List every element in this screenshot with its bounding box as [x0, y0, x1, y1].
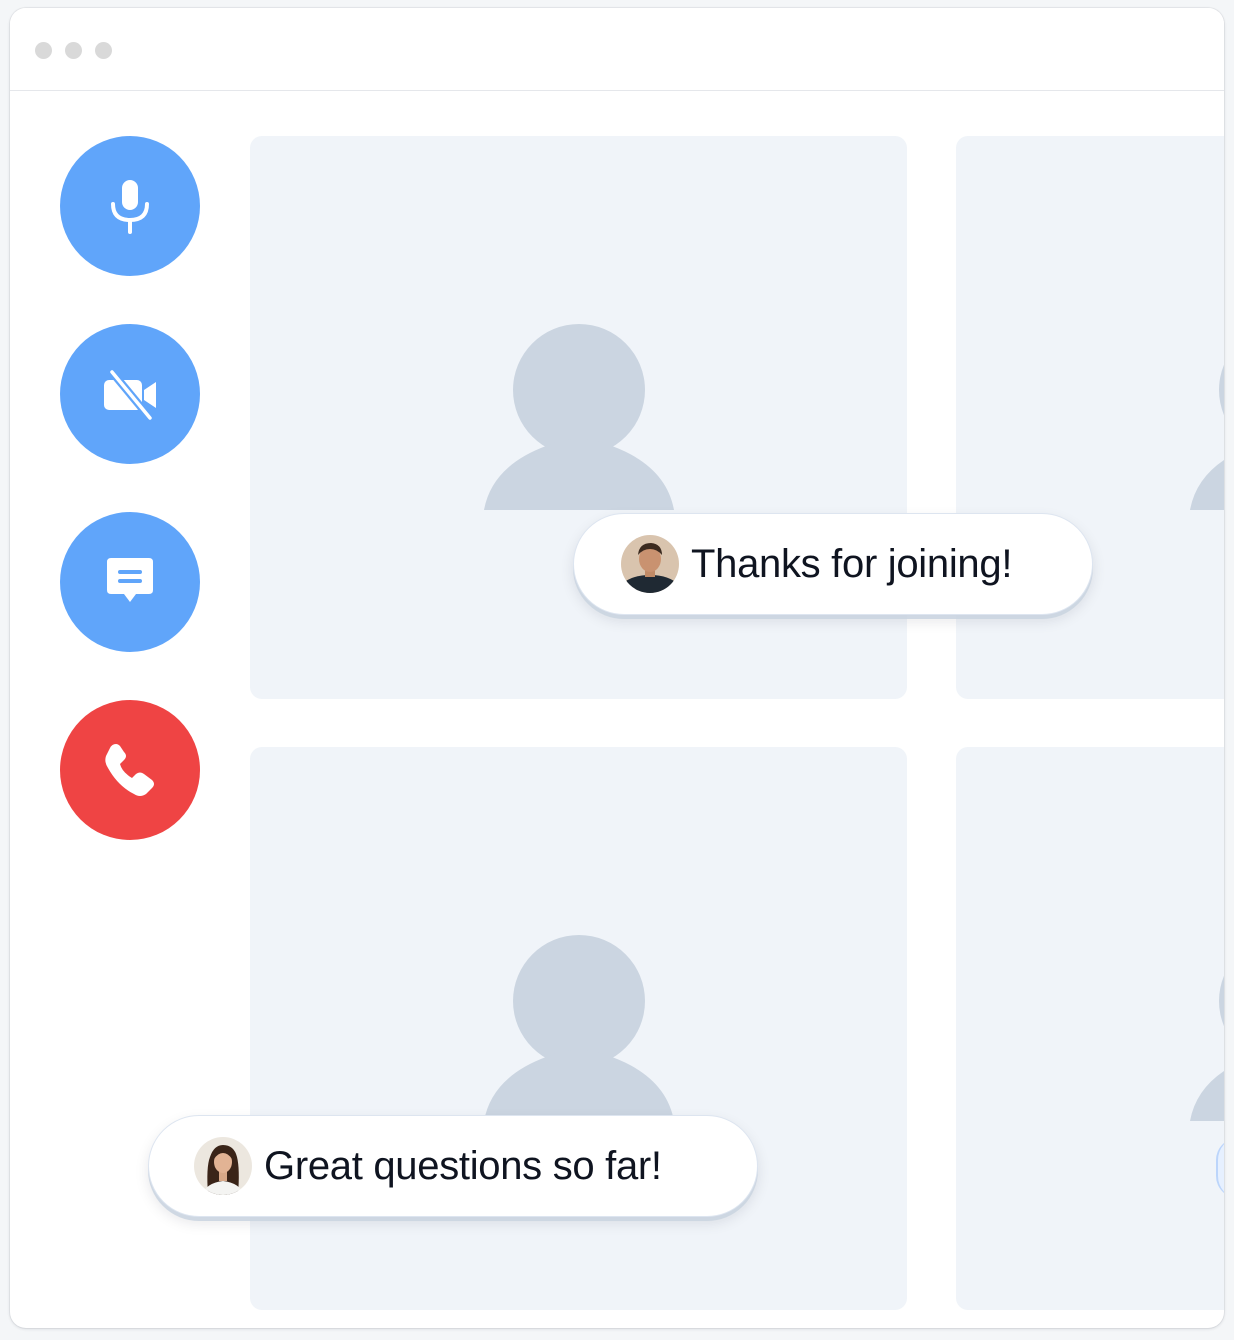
person-placeholder-icon [484, 935, 674, 1121]
person-placeholder-icon [484, 324, 674, 510]
person-placeholder-icon [1190, 975, 1224, 1121]
person-placeholder-icon [1190, 364, 1224, 510]
man-avatar [621, 535, 679, 593]
window-dot-3[interactable] [95, 42, 112, 59]
participant-tile-3[interactable] [250, 747, 907, 1310]
app-window: Thanks for joining! Great questions so f… [10, 8, 1224, 1328]
camera-toggle-button[interactable] [60, 324, 200, 464]
chat-message-text: Great questions so far! [264, 1143, 662, 1188]
window-dot-1[interactable] [35, 42, 52, 59]
chat-icon [107, 558, 153, 602]
window-dot-2[interactable] [65, 42, 82, 59]
chat-message-bubble: Great questions so far! [148, 1115, 758, 1217]
hang-up-button[interactable] [60, 700, 200, 840]
video-off-icon [104, 369, 156, 421]
woman-avatar [194, 1137, 252, 1195]
title-bar [10, 8, 1224, 91]
chat-message-text: Thanks for joining! [691, 541, 1013, 586]
phone-icon [105, 744, 154, 796]
microphone-icon [111, 180, 149, 234]
microphone-button[interactable] [60, 136, 200, 276]
participant-tile-4[interactable] [956, 747, 1224, 1310]
chat-message-bubble: Thanks for joining! [573, 513, 1093, 615]
chat-button[interactable] [60, 512, 200, 652]
